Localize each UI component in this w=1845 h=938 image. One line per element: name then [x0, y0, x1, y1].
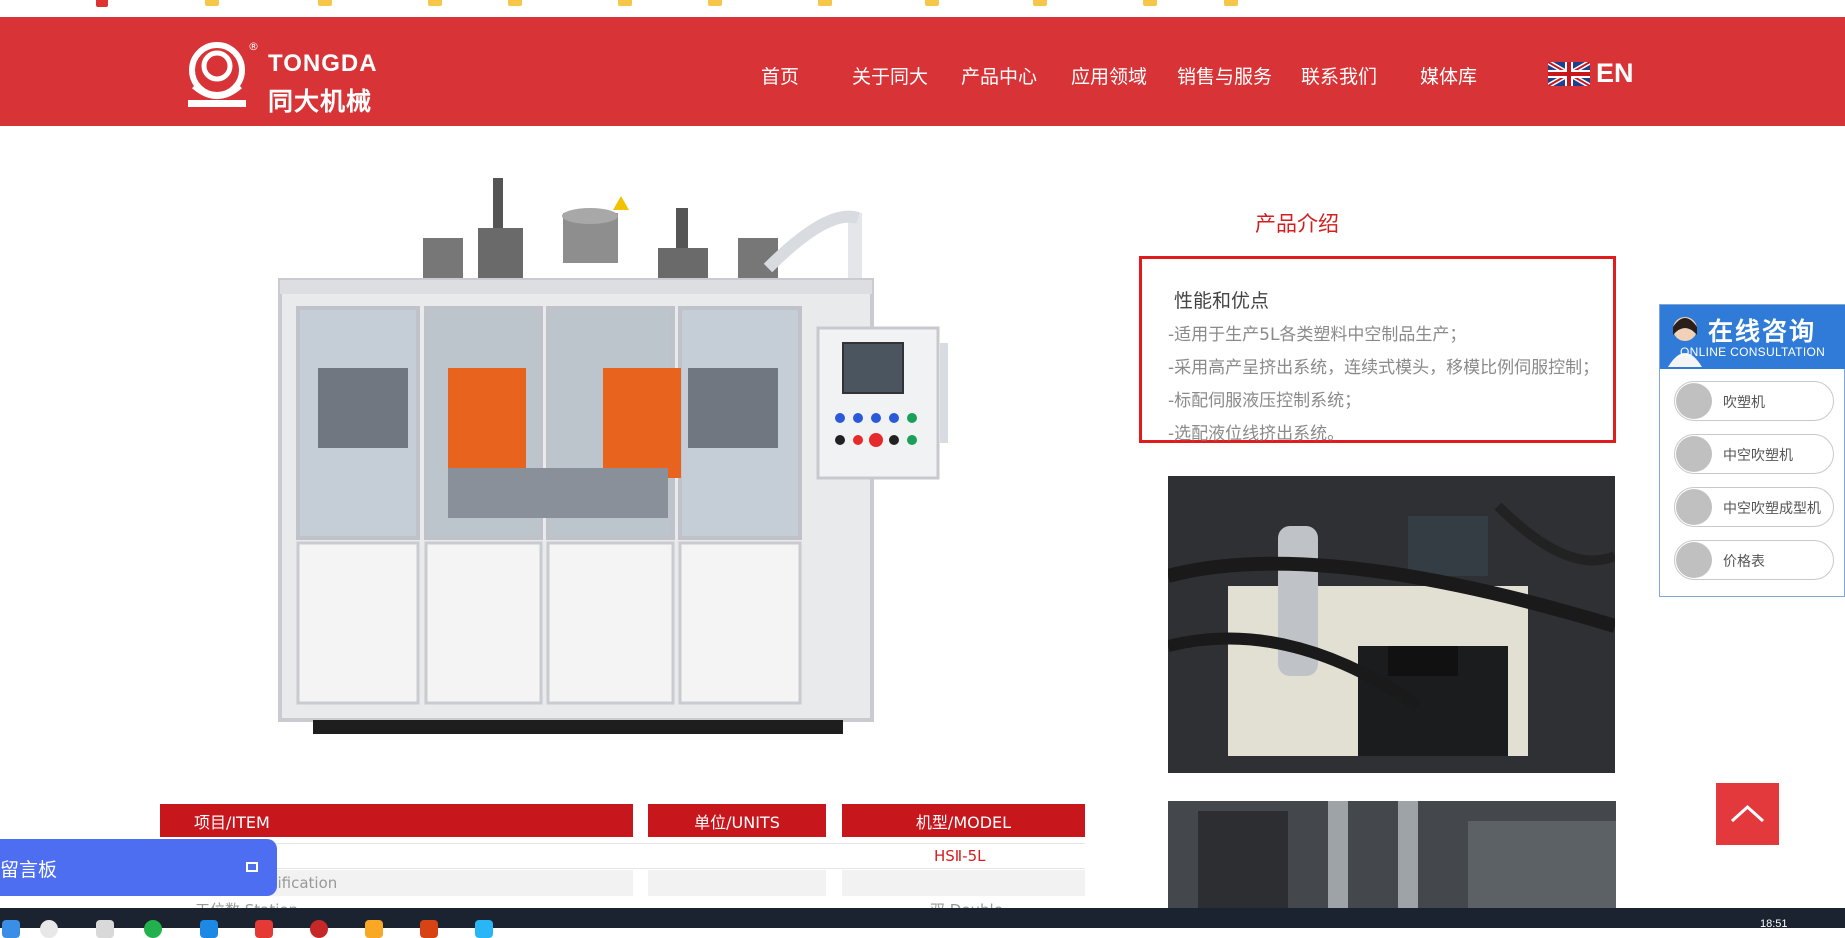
bookmarks-bar	[0, 0, 1845, 18]
table-header-item: 项目/ITEM	[160, 804, 633, 837]
clock: 18:51	[1760, 918, 1788, 930]
folder-icon[interactable]	[365, 920, 383, 938]
table-header-units: 单位/UNITS	[648, 804, 826, 837]
feature-line: -标配伺服液压控制系统；	[1168, 391, 1362, 411]
nav-products[interactable]: 产品中心	[961, 62, 1037, 89]
bookmark-item[interactable]	[205, 0, 224, 8]
message-board-widget[interactable]: 留言板	[0, 839, 277, 896]
mold-clamp-photo	[1168, 801, 1616, 909]
product-machine-image	[278, 178, 948, 734]
minimize-icon[interactable]	[246, 862, 258, 872]
bookmark-item[interactable]	[818, 0, 837, 8]
nav-media[interactable]: 媒体库	[1420, 62, 1477, 89]
folder-icon	[428, 0, 442, 6]
consult-item-price-list[interactable]: 价格表	[1674, 540, 1834, 580]
consult-item-hollow-molding-machine[interactable]: 中空吹塑成型机	[1674, 487, 1834, 527]
feature-line: -选配液位线挤出系统。	[1168, 424, 1345, 444]
table-header-model: 机型/MODEL	[842, 804, 1085, 837]
bookmark-item[interactable]	[1033, 0, 1052, 8]
registered-mark: ®	[248, 40, 259, 53]
app-icon[interactable]	[475, 920, 493, 938]
browser-icon[interactable]	[310, 920, 328, 938]
hydraulic-system-photo	[1168, 476, 1615, 773]
folder-icon	[1143, 0, 1157, 6]
brand-name-cn: 同大机械	[268, 87, 373, 116]
folder-icon	[508, 0, 522, 6]
folder-icon	[1033, 0, 1047, 6]
folder-icon	[708, 0, 722, 6]
features-heading: 性能和优点	[1174, 290, 1270, 312]
chat-icon	[1676, 383, 1712, 419]
chevron-up-icon	[1730, 804, 1765, 823]
nav-contact[interactable]: 联系我们	[1301, 62, 1377, 89]
consultation-title: 在线咨询	[1708, 317, 1817, 346]
folder-icon	[618, 0, 632, 6]
product-intro-highlight	[1139, 256, 1616, 443]
chat-icon	[1676, 542, 1712, 578]
bookmark-item[interactable]	[428, 0, 447, 8]
tongda-logo[interactable]: ® TONGDA 同大机械	[184, 40, 384, 116]
language-label: EN	[1596, 58, 1634, 88]
table-divider	[160, 843, 1085, 844]
table-divider	[160, 868, 1085, 869]
brand-name-en: TONGDA	[268, 50, 378, 77]
chat-icon	[1676, 436, 1712, 472]
app-icon[interactable]	[255, 920, 273, 938]
search-icon[interactable]	[40, 920, 58, 938]
online-consultation-panel: 在线咨询 ONLINE CONSULTATION 吹塑机 中空吹塑机 中空吹塑成…	[1659, 304, 1845, 597]
folder-icon	[318, 0, 332, 6]
table-row	[842, 870, 1085, 896]
bookmark-item[interactable]	[708, 0, 727, 8]
chat-icon	[1676, 489, 1712, 525]
os-taskbar: 18:51	[0, 908, 1845, 938]
product-intro-title: 产品介绍	[1255, 212, 1339, 236]
bookmark-item[interactable]	[1143, 0, 1162, 8]
model-value: HSⅡ-5L	[934, 847, 986, 865]
nav-about[interactable]: 关于同大	[852, 62, 928, 89]
bookmark-item[interactable]	[1224, 0, 1243, 8]
feature-line: -适用于生产5L各类塑料中空制品生产；	[1168, 325, 1467, 345]
language-switch[interactable]: EN	[1548, 58, 1634, 89]
app-icon[interactable]	[420, 920, 438, 938]
bookmark-item[interactable]	[318, 0, 337, 8]
feature-line: -采用高产呈挤出系统，连续式模头，移模比例伺服控制；	[1168, 358, 1600, 378]
uk-flag-icon	[1548, 61, 1590, 86]
back-to-top-button[interactable]	[1716, 783, 1779, 845]
consult-item-blow-molding[interactable]: 吹塑机	[1674, 381, 1834, 421]
bookmark-item[interactable]	[618, 0, 637, 8]
app-icon[interactable]	[144, 920, 162, 938]
bookmark-item[interactable]	[925, 0, 944, 8]
app-icon[interactable]	[200, 920, 218, 938]
nav-sales-service[interactable]: 销售与服务	[1177, 62, 1272, 89]
folder-icon	[1224, 0, 1238, 6]
bookmark-item[interactable]	[508, 0, 527, 8]
message-board-label: 留言板	[0, 859, 58, 881]
bookmark-item[interactable]	[96, 0, 113, 8]
nav-home[interactable]: 首页	[761, 62, 799, 89]
folder-icon	[925, 0, 939, 6]
windows-start-icon[interactable]	[2, 920, 20, 938]
consultation-header: 在线咨询 ONLINE CONSULTATION	[1660, 305, 1845, 369]
nav-applications[interactable]: 应用领域	[1071, 62, 1147, 89]
red-star-icon	[96, 0, 108, 7]
consultation-subtitle: ONLINE CONSULTATION	[1680, 345, 1826, 359]
tongda-logo-icon	[188, 42, 246, 107]
folder-icon	[205, 0, 219, 6]
table-row	[648, 870, 826, 896]
taskview-icon[interactable]	[96, 920, 114, 938]
folder-icon	[818, 0, 832, 6]
consult-item-hollow-blow-molding[interactable]: 中空吹塑机	[1674, 434, 1834, 474]
site-header: ® TONGDA 同大机械 首页 关于同大 产品中心 应用领域 销售与服务 联系…	[0, 17, 1845, 126]
